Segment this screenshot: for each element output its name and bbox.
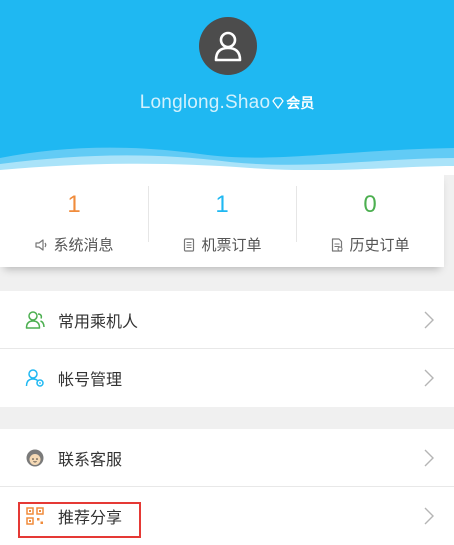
menu-item-share[interactable]: 推荐分享 [0, 487, 454, 545]
menu-group-support: 联系客服 推荐分享 [0, 429, 454, 545]
menu-label: 推荐分享 [58, 510, 123, 527]
username: Longlong.Shao [139, 92, 271, 113]
menu-item-account-management[interactable]: 帐号管理 [0, 349, 454, 407]
stat-label: 机票订单 [201, 237, 262, 254]
history-icon [332, 237, 343, 252]
chevron-right-icon [424, 369, 434, 387]
speaker-icon [35, 238, 47, 251]
stats-panel: 1 系统消息 1 机票订单 0 历史订单 [0, 170, 444, 267]
stat-value: 1 [67, 191, 81, 218]
menu-item-customer-service[interactable]: 联系客服 [0, 429, 454, 487]
user-info: Longlong.Shao 会员 [0, 92, 454, 114]
stat-value: 1 [215, 191, 229, 218]
passenger-icon [25, 310, 45, 330]
stat-label: 历史订单 [349, 237, 410, 254]
stat-label-row: 机票订单 [182, 234, 262, 255]
ticket-icon [184, 237, 195, 252]
member-badge: 会员 [286, 95, 315, 111]
chevron-right-icon [424, 507, 434, 525]
diamond-icon [272, 97, 284, 109]
avatar[interactable] [199, 17, 257, 75]
user-icon [214, 31, 242, 62]
menu-item-passengers[interactable]: 常用乘机人 [0, 291, 454, 349]
stat-flight-orders[interactable]: 1 机票订单 [148, 170, 296, 267]
profile-header: Longlong.Shao 会员 [0, 0, 454, 175]
stat-label-row: 历史订单 [330, 234, 410, 255]
qr-code-icon [25, 506, 45, 526]
stat-value: 0 [363, 191, 377, 218]
customer-service-icon [25, 448, 45, 468]
stat-system-messages[interactable]: 1 系统消息 [0, 170, 148, 267]
stat-label-row: 系统消息 [34, 234, 114, 255]
menu-label: 联系客服 [58, 451, 123, 469]
menu-label: 常用乘机人 [58, 313, 139, 331]
chevron-right-icon [424, 311, 434, 329]
menu-label: 帐号管理 [58, 372, 123, 389]
chevron-right-icon [424, 449, 434, 467]
stat-label: 系统消息 [53, 237, 114, 254]
account-settings-icon [25, 368, 45, 388]
stat-history-orders[interactable]: 0 历史订单 [296, 170, 444, 267]
menu-group-account: 常用乘机人 帐号管理 [0, 291, 454, 407]
